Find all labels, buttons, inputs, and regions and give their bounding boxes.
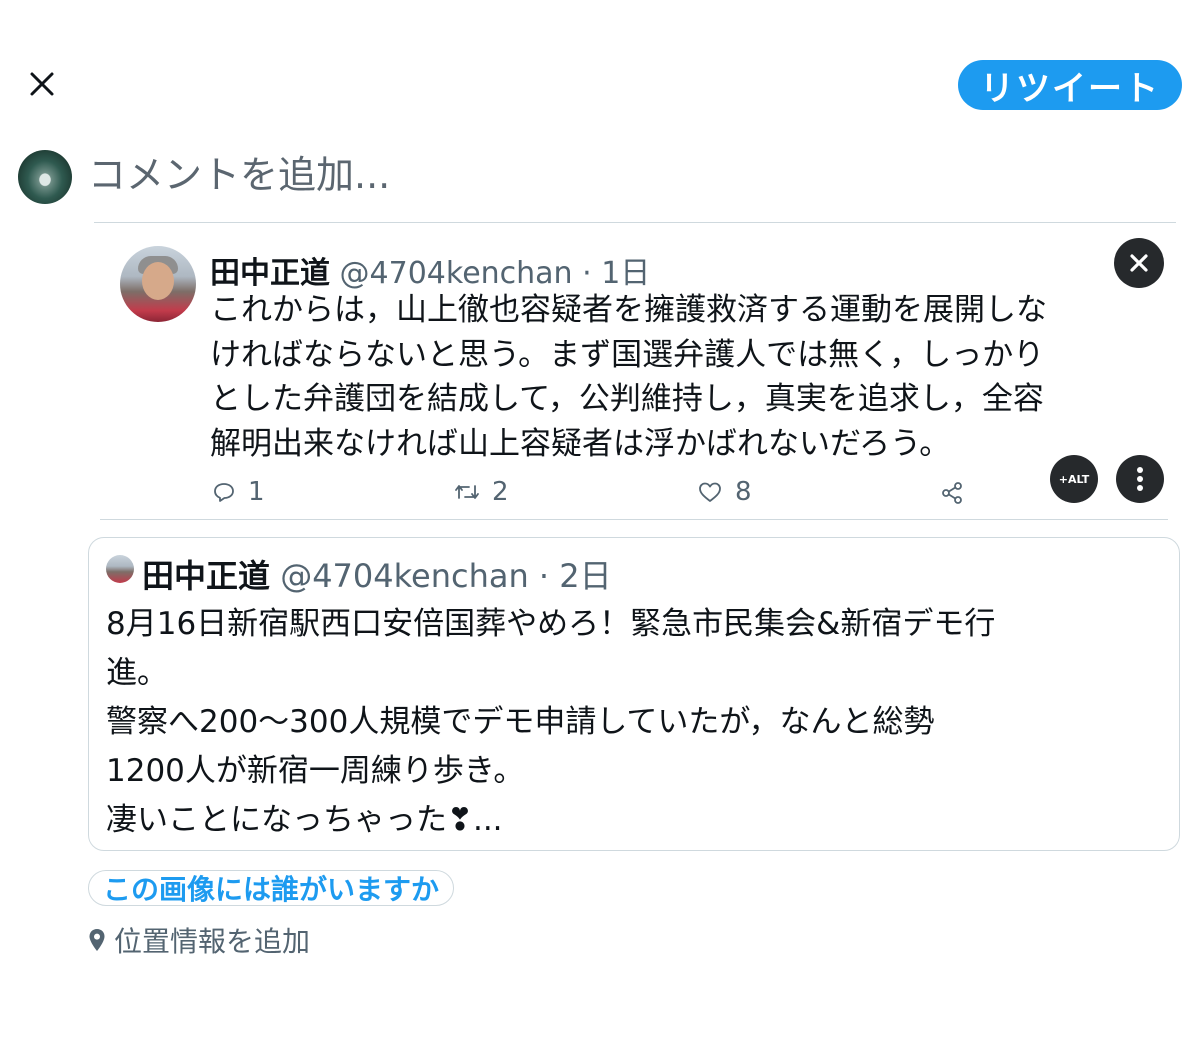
tweet-header: 田中正道 @4704kenchan · 1日	[210, 256, 651, 291]
tweet-text-line: 解明出来なければ山上容疑者は浮かばれないだろう。	[210, 425, 951, 462]
remove-media-button[interactable]	[1114, 238, 1164, 288]
quoted-tweet-header: 田中正道 @4704kenchan · 2日	[142, 557, 612, 595]
retweet-button[interactable]: リツイート	[958, 60, 1182, 110]
reply-action[interactable]: 1	[212, 477, 265, 507]
quoted-text-line: 8月16日新宿駅西口安倍国葬やめろ！緊急市民集会&新宿デモ行	[106, 606, 996, 642]
close-icon	[1130, 254, 1148, 272]
like-action[interactable]: 8	[697, 477, 752, 507]
quoted-tweet-time: 2日	[559, 557, 612, 595]
retweet-count: 2	[492, 477, 509, 507]
divider	[94, 222, 1176, 223]
tweet-text-line: とした弁護団を結成して，公判維持し，真実を追求し，全容	[210, 381, 1044, 417]
quoted-text-line: 凄いことになっちゃった❣...	[106, 802, 503, 838]
add-alt-button[interactable]: +ALT	[1050, 455, 1098, 503]
user-avatar[interactable]	[18, 150, 72, 204]
more-vertical-icon	[1137, 467, 1143, 491]
share-icon	[942, 482, 962, 504]
tweet-text-line: ければならないと思う。まず国選弁護人では無く，しっかり	[210, 336, 1045, 373]
divider	[100, 519, 1168, 520]
retweet-action[interactable]: 2	[454, 477, 509, 507]
add-location-label: 位置情報を追加	[114, 925, 311, 958]
more-options-button[interactable]	[1116, 455, 1164, 503]
add-location-button[interactable]: 位置情報を追加	[88, 920, 310, 960]
tag-people-button[interactable]: この画像には誰がいますか	[88, 870, 455, 906]
tweet-text-line: これからは，山上徹也容疑者を擁護救済する運動を展開しな	[210, 292, 1047, 328]
close-button[interactable]	[22, 64, 62, 104]
tweet-text: これからは，山上徹也容疑者を擁護救済する運動を展開しな ければならないと思う。ま…	[210, 288, 1150, 466]
location-pin-icon	[89, 929, 105, 951]
share-action[interactable]	[940, 481, 964, 505]
reply-icon	[214, 483, 234, 502]
author-name: 田中正道	[210, 256, 330, 291]
tweet-time: 1日	[601, 256, 651, 291]
quoted-text-line: 進。	[106, 655, 168, 691]
reply-count: 1	[248, 477, 265, 507]
quoted-author-name: 田中正道	[142, 557, 271, 595]
retweet-icon	[455, 485, 479, 499]
author-handle: @4704kenchan	[339, 256, 573, 291]
close-icon	[30, 72, 54, 96]
quoted-text-line: 警察へ200〜300人規模でデモ申請していたが，なんと総勢	[106, 704, 935, 740]
quoted-author-handle: @4704kenchan	[280, 557, 529, 595]
quoted-text-line: 1200人が新宿一周練り歩き。	[106, 753, 525, 789]
author-avatar	[120, 246, 196, 322]
quoted-tweet-text: 8月16日新宿駅西口安倍国葬やめろ！緊急市民集会&新宿デモ行 進。 警察へ200…	[106, 600, 1166, 845]
heart-icon	[699, 482, 721, 502]
quoted-author-avatar	[106, 555, 134, 583]
comment-input[interactable]	[88, 146, 1168, 204]
like-count: 8	[735, 477, 752, 507]
